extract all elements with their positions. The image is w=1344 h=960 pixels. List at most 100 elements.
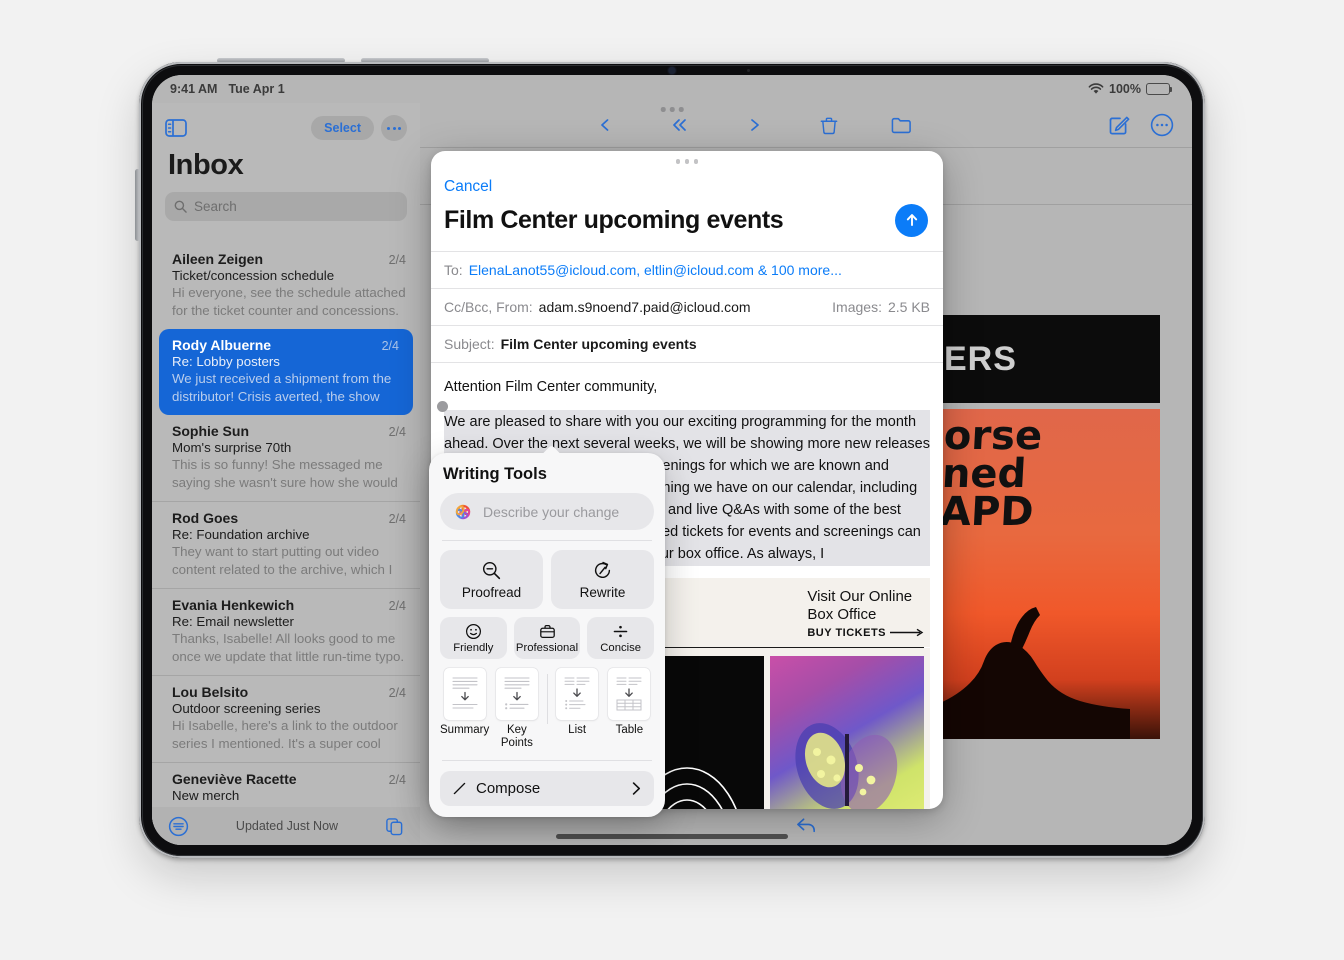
cta-line-1: Visit Our Online <box>807 588 913 606</box>
horse-silhouette <box>940 607 1130 739</box>
multitasking-handle[interactable] <box>660 107 684 112</box>
ccbcc-from-row[interactable]: Cc/Bcc, From: adam.s9noend7.paid@icloud.… <box>431 287 943 325</box>
butterfly-art <box>795 723 898 809</box>
compose-icon[interactable] <box>1108 114 1130 136</box>
compose-title: Film Center upcoming events <box>444 205 784 234</box>
compose-button[interactable]: Compose <box>440 771 654 807</box>
mail-subject: Re: Email newsletter <box>172 614 294 629</box>
mail-preview: Hi everyone, see the schedule attached f… <box>172 285 406 319</box>
buy-tickets-link[interactable]: BUY TICKETS <box>807 627 924 639</box>
select-button[interactable]: Select <box>311 116 374 140</box>
selection-handle-start[interactable] <box>437 401 448 413</box>
mail-subject: Mom's surprise 70th <box>172 440 292 455</box>
mail-preview: Hi Isabelle, here's a link to the outdoo… <box>172 718 398 752</box>
to-field-row[interactable]: To: ElenaLanot55@icloud.com, eltlin@iclo… <box>431 250 943 288</box>
reply-all-icon[interactable] <box>672 117 695 134</box>
reading-pane-toolbar <box>420 103 1192 147</box>
filter-icon[interactable] <box>168 816 189 837</box>
mail-date: 2/4 <box>388 773 406 787</box>
describe-change-input[interactable]: Describe your change <box>440 493 654 530</box>
mail-list-item[interactable]: Evania Henkewich 2/4 Re: Email newslette… <box>152 588 420 675</box>
more-icon[interactable] <box>1150 113 1174 137</box>
table-button[interactable]: Table <box>605 668 654 737</box>
power-button[interactable] <box>217 58 345 63</box>
folder-icon[interactable] <box>891 116 912 134</box>
key-points-button[interactable]: Key Points <box>492 668 541 750</box>
mail-list-more-button[interactable] <box>381 115 407 141</box>
compose-label: Compose <box>476 780 541 798</box>
divide-icon <box>613 625 628 637</box>
buy-tickets-label: BUY TICKETS <box>807 626 886 639</box>
forward-icon[interactable] <box>747 117 767 134</box>
volume-button[interactable] <box>135 169 140 241</box>
home-indicator[interactable] <box>556 834 788 839</box>
popover-arrow <box>541 444 561 454</box>
friendly-button[interactable]: Friendly <box>440 617 507 659</box>
mail-preview: They want to start putting out video con… <box>172 544 393 578</box>
mail-sender: Lou Belsito <box>172 684 249 700</box>
briefcase-icon <box>539 624 555 638</box>
mail-list-item[interactable]: Aileen Zeigen 2/4 Ticket/concession sche… <box>152 243 420 329</box>
mail-list-item[interactable]: Lou Belsito 2/4 Outdoor screening series… <box>152 675 420 762</box>
mail-sync-status: Updated Just Now <box>235 819 339 833</box>
list-button[interactable]: List <box>553 668 602 737</box>
cancel-button[interactable]: Cancel <box>431 164 943 196</box>
subject-field-row[interactable]: Subject: Film Center upcoming events <box>431 324 943 362</box>
mail-date: 2/4 <box>388 253 406 267</box>
status-bar: 9:41 AM Tue Apr 1 100% <box>152 75 1192 103</box>
arrow-right-icon <box>890 629 924 637</box>
summary-button[interactable]: Summary <box>440 668 489 737</box>
list-doc-icon <box>556 668 599 720</box>
battery-icon <box>1146 83 1173 95</box>
front-camera <box>668 67 676 74</box>
search-input[interactable]: Search <box>165 192 407 221</box>
page-title: Inbox <box>168 149 244 181</box>
status-time: 9:41 AM <box>170 82 218 96</box>
concise-button[interactable]: Concise <box>587 617 655 659</box>
mail-date: 2/4 <box>388 425 406 439</box>
mail-date: 2/4 <box>381 339 399 353</box>
mail-subject: Re: Foundation archive <box>172 527 310 542</box>
professional-button[interactable]: Professional <box>513 617 581 659</box>
copy-icon[interactable] <box>385 817 404 836</box>
reply-icon[interactable] <box>795 815 818 835</box>
rewrite-button[interactable]: Rewrite <box>551 550 654 609</box>
mail-subject: New merch <box>172 788 240 803</box>
mail-sender: Sophie Sun <box>172 423 249 439</box>
mail-list-item-selected[interactable]: Rody Albuerne 2/4 Re: Lobby posters We j… <box>159 329 413 415</box>
send-button[interactable] <box>895 203 928 237</box>
mail-date: 2/4 <box>388 686 406 700</box>
mail-sender: Rody Albuerne <box>172 337 272 353</box>
mail-list-item[interactable]: Geneviève Racette 2/4 New merch Hi all! … <box>152 762 420 807</box>
mail-list-item[interactable]: Sophie Sun 2/4 Mom's surprise 70th This … <box>152 415 420 501</box>
trash-icon[interactable] <box>819 116 839 135</box>
mail-date: 2/4 <box>388 512 406 526</box>
send-arrow-up-icon <box>906 214 917 226</box>
proofread-button[interactable]: Proofread <box>440 550 543 609</box>
writing-tools-popover: Writing Tools Describe your change Proof… <box>429 453 665 818</box>
writing-tools-title: Writing Tools <box>443 465 547 483</box>
ambient-sensor <box>746 69 750 72</box>
poster-horse-text: orse ned APD <box>940 413 1044 535</box>
list-label: List <box>568 724 587 736</box>
concise-label: Concise <box>600 641 642 654</box>
key-points-label: Key Points <box>500 724 533 750</box>
mail-preview: This is so funny! She messaged me saying… <box>172 457 398 491</box>
mail-rows[interactable]: Aileen Zeigen 2/4 Ticket/concession sche… <box>152 243 420 807</box>
mail-preview: Thanks, Isabelle! All looks good to me o… <box>172 631 405 665</box>
mail-subject: Ticket/concession schedule <box>172 268 335 283</box>
mail-sender: Geneviève Racette <box>172 771 297 787</box>
from-address: adam.s9noend7.paid@icloud.com <box>538 298 751 315</box>
power-button-secondary[interactable] <box>361 58 489 63</box>
reply-icon[interactable] <box>600 117 620 134</box>
mail-preview: We just received a shipment from the dis… <box>172 371 392 405</box>
to-recipients[interactable]: ElenaLanot55@icloud.com, eltlin@icloud.c… <box>469 262 842 278</box>
subject-value[interactable]: Film Center upcoming events <box>501 336 697 352</box>
mail-sender: Evania Henkewich <box>172 597 295 613</box>
sheet-grabber[interactable] <box>431 151 943 164</box>
mail-list-column: Select Inbox Search Aileen Zeigen 2/4 Ti… <box>152 103 420 845</box>
sidebar-toggle-icon[interactable] <box>165 119 187 137</box>
subject-label: Subject: <box>444 335 495 352</box>
mail-list-bottom-bar: Updated Just Now <box>152 807 420 845</box>
mail-list-item[interactable]: Rod Goes 2/4 Re: Foundation archive They… <box>152 501 420 588</box>
